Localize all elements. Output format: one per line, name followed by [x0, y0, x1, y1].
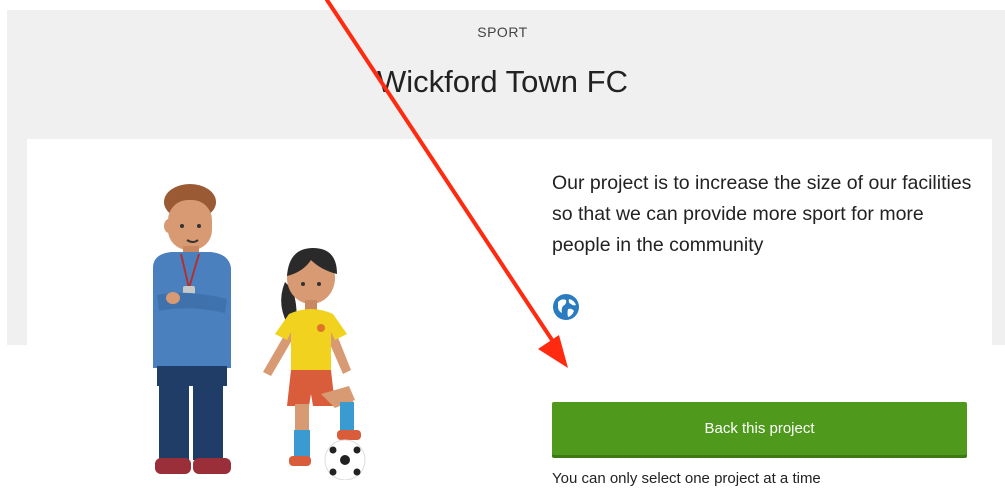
project-category: SPORT [477, 24, 528, 40]
coach-and-player-illustration [153, 184, 366, 480]
project-description: Our project is to increase the size of o… [552, 172, 972, 256]
coach-figure [153, 184, 231, 474]
globe-icon[interactable] [552, 293, 580, 321]
selection-note: You can only select one project at a tim… [552, 470, 821, 487]
back-this-project-button[interactable]: Back this project [552, 402, 967, 455]
project-title: Wickford Town FC [377, 64, 628, 99]
player-figure [263, 248, 366, 480]
